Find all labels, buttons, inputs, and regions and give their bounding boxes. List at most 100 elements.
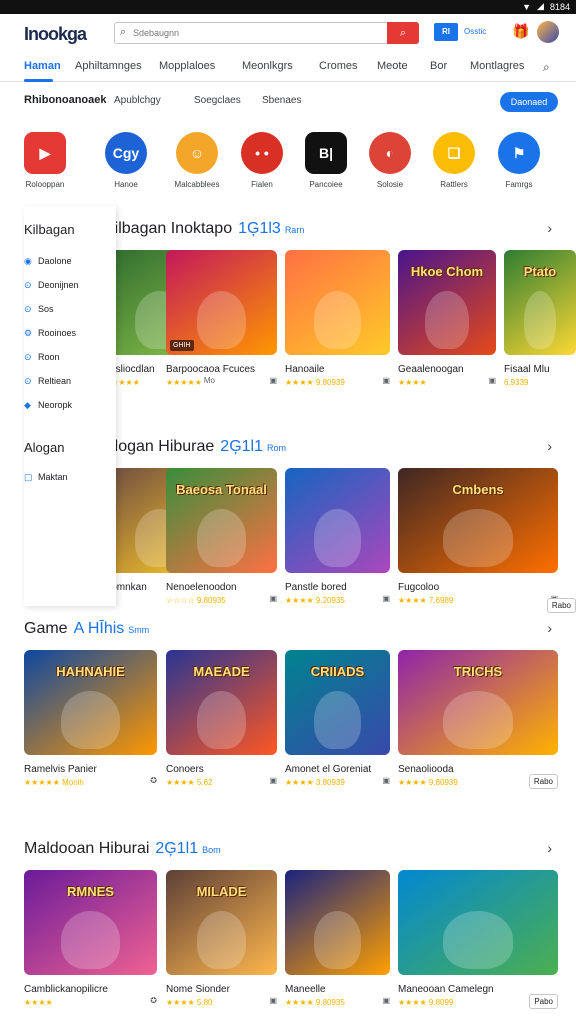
game-thumbnail[interactable] (285, 250, 390, 355)
search-icon: ⌕ (120, 26, 127, 38)
game-thumbnail[interactable]: RMNES (24, 870, 157, 975)
chevron-right-icon[interactable]: › (547, 840, 552, 856)
game-thumbnail[interactable] (398, 870, 558, 975)
tab-meote[interactable]: Meote (377, 60, 408, 72)
section-title-text: Game (24, 620, 68, 637)
section-title[interactable]: Kilbagan Inoktapo 1Ģ1l3 Rarn (104, 220, 304, 238)
app-label: Rattlers (440, 180, 468, 189)
price-tag[interactable]: Rabo (546, 598, 576, 613)
app-icon-7[interactable]: ⚑ Famrgs (489, 132, 549, 189)
tab-bor[interactable]: Bor (430, 60, 447, 72)
game-thumbnail[interactable]: GHIH (166, 250, 277, 355)
app-icon-6[interactable]: ❏ Rattlers (424, 132, 484, 189)
panel-title-2: Alogan (24, 440, 65, 455)
game-card[interactable]: HAHNAHIE Ramelvis Panier ★★★★★ Monlh ✪ (24, 650, 157, 787)
panel-item[interactable]: ◉ Daolone (24, 256, 72, 267)
game-card[interactable]: MILADE Nome Sionder ★★★★ 5.80 ▣ (166, 870, 277, 1007)
game-card[interactable]: MAEADE Conoers ★★★★ 5.62 ▣ (166, 650, 277, 787)
app-icon-0[interactable]: ▶ Rolooppan (15, 132, 75, 189)
app-icon-1[interactable]: Cgy Hanoe (96, 132, 156, 189)
tab-mopplaloes[interactable]: Mopplaloes (159, 60, 215, 72)
tab-home[interactable]: Haman (24, 60, 61, 72)
game-card[interactable]: CmbensFugcoloo★★★★ 7.6989▣ (398, 468, 558, 605)
panel-item-label: Rooinoes (38, 328, 77, 338)
game-thumbnail[interactable]: MILADE (166, 870, 277, 975)
game-card[interactable]: Hanoaile ★★★★ 9.80939 ▣ (285, 250, 390, 387)
app-logo[interactable]: Inookga (24, 24, 87, 45)
game-thumbnail[interactable] (285, 870, 390, 975)
section-title[interactable]: Alogan Hiburae 2Ģ1l1 Rom (104, 438, 286, 456)
game-card[interactable]: Ptato Fisaal Mlu 6.9339 (504, 250, 576, 387)
avatar[interactable] (537, 21, 559, 43)
panel-item[interactable]: ⊙ Roon (24, 352, 60, 363)
gift-icon[interactable]: 🎁 (512, 23, 529, 40)
download-icon: ▣ (269, 996, 277, 1005)
chip-1[interactable]: Rhibonoanoaek (24, 94, 107, 106)
game-card[interactable]: RMNES Camblickanopilicre ★★★★ ✪ (24, 870, 157, 1007)
tab-meonlkgrs[interactable]: Meonlkgrs (242, 60, 293, 72)
section-title[interactable]: Maldooan Hiburai 2Ģ1l1 Bom (24, 840, 221, 858)
chip-4[interactable]: Sbenaes (262, 95, 301, 106)
section-count: 1Ģ1l3 (238, 220, 281, 237)
panel-item-label: Roon (38, 352, 60, 362)
game-card[interactable]: Maneooan Camelegn★★★★ 9.8099▣Pabo (398, 870, 558, 1009)
section-count: A HĪhis (73, 620, 125, 637)
game-rating: ★★★★ (398, 378, 427, 387)
game-card[interactable]: TRICHSSenaoliooda★★★★ 9.80939▣Rabo (398, 650, 558, 789)
panel-item[interactable]: ⚙ Rooinoes (24, 328, 76, 339)
chevron-right-icon[interactable]: › (547, 220, 552, 236)
game-thumbnail[interactable]: Cmbens (398, 468, 558, 573)
panel-item[interactable]: ⊙ Deonijnen (24, 280, 79, 291)
download-icon: ▣ (382, 594, 390, 603)
chip-2[interactable]: Apublchgy (114, 95, 161, 106)
tab-cromes[interactable]: Cromes (319, 60, 358, 72)
game-card[interactable]: GHIH Barpoocaoa Fcuces ★★★★★ ▣ (166, 250, 277, 387)
price-tag[interactable]: Rabo (528, 774, 558, 789)
app-row: ▶ Rolooppan Cgy Hanoe ☺ Malcabblees • • Fialen B… (0, 132, 576, 198)
panel-item-maktan[interactable]: ▢ Maktan (24, 472, 68, 483)
chip-3[interactable]: Soegclaes (194, 95, 241, 106)
game-title: Nome Sionder (166, 984, 230, 995)
leaf-icon: ◆ (24, 400, 31, 410)
game-thumbnail[interactable]: Ptato (504, 250, 576, 355)
game-thumbnail[interactable]: CRIIADS (285, 650, 390, 755)
partner-label[interactable]: Osstic (464, 27, 486, 36)
search-box[interactable]: ⌕ ⌕ (114, 22, 419, 44)
game-logo-text: Baeosa Tonaal (176, 482, 267, 497)
game-thumbnail[interactable]: Hkoe Chom (398, 250, 496, 355)
game-card[interactable]: Hkoe Chom Geaalenoogan ★★★★ ▣ (398, 250, 496, 387)
app-icon-3[interactable]: • • Fialen (232, 132, 292, 189)
app-icon-2[interactable]: ☺ Malcabblees (167, 132, 227, 189)
game-thumbnail[interactable]: Baeosa Tonaal (166, 468, 277, 573)
app-icon-4[interactable]: B| Pancoiee (296, 132, 356, 189)
section-title[interactable]: Game A HĪhis Smm (24, 620, 149, 638)
game-card[interactable]: CRIIADS Amonet el Goreniat ★★★★ 3.80939 ▣ (285, 650, 390, 787)
app-icon-5[interactable]: ◐ Solosie (360, 132, 420, 189)
game-thumbnail[interactable]: TRICHS (398, 650, 558, 755)
chevron-right-icon[interactable]: › (547, 438, 552, 454)
game-card[interactable]: Baeosa Tonaal Nenoelenoodon ☆☆☆☆ 9.80935 ▣ (166, 468, 277, 605)
search-button[interactable]: ⌕ (387, 22, 419, 44)
game-thumbnail[interactable]: MAEADE (166, 650, 277, 755)
game-card[interactable]: Maneelle ★★★★ 9.80935 ▣ (285, 870, 390, 1007)
game-card[interactable]: Panstle bored ★★★★ 9.20935 ▣ (285, 468, 390, 605)
pin-icon: ⊙ (24, 376, 32, 386)
game-thumbnail[interactable] (285, 468, 390, 573)
search-input[interactable] (133, 26, 383, 40)
tab-montlagres[interactable]: Montlagres (470, 60, 524, 72)
panel-item[interactable]: ⊙ Reltiean (24, 376, 71, 387)
panel-item[interactable]: ◆ Neoropk (24, 400, 72, 411)
panel-item-label: Sos (38, 304, 54, 314)
tab-applications[interactable]: Aphiltamnges (75, 60, 142, 72)
game-badge: GHIH (170, 340, 194, 351)
chevron-right-icon[interactable]: › (547, 620, 552, 636)
download-button[interactable]: Daonaed (500, 92, 558, 112)
character-figure (442, 509, 514, 567)
game-title: Fisaal Mlu (504, 364, 550, 375)
panel-item[interactable]: ⊙ Sos (24, 304, 54, 315)
wifi-icon: ▼ (522, 1, 532, 12)
game-thumbnail[interactable]: HAHNAHIE (24, 650, 157, 755)
partner-tag[interactable]: Rl (434, 23, 458, 41)
search-icon[interactable]: ⌕ (543, 60, 550, 75)
price-tag[interactable]: Pabo (529, 994, 558, 1009)
